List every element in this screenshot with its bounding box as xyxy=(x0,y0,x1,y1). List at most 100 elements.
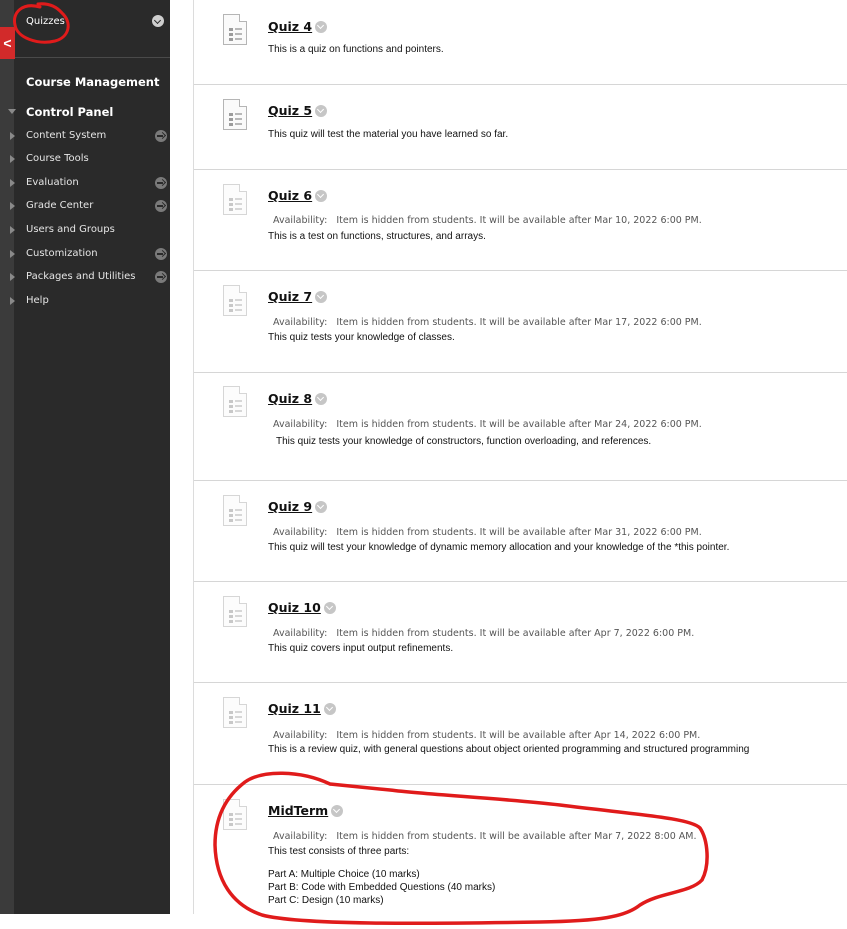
chevron-down-icon[interactable] xyxy=(331,805,344,817)
test-document-icon xyxy=(223,799,247,830)
expand-triangle-icon[interactable] xyxy=(10,226,15,234)
item-title-row: Quiz 4 xyxy=(268,18,328,34)
chevron-down-icon[interactable] xyxy=(315,291,328,303)
expand-triangle-icon[interactable] xyxy=(10,202,15,210)
expand-triangle-icon[interactable] xyxy=(10,179,15,187)
item-title-row: Quiz 6 xyxy=(268,187,328,203)
sidebar-item-customization[interactable]: Customization xyxy=(10,245,170,265)
list-item: Quiz 7 Availability: Item is hidden from… xyxy=(194,271,847,373)
list-item: Quiz 6 Availability: Item is hidden from… xyxy=(194,170,847,271)
item-title-link[interactable]: Quiz 6 xyxy=(268,188,312,203)
collapse-menu-button[interactable]: < xyxy=(0,27,15,59)
sidebar-item-label[interactable]: Users and Groups xyxy=(26,224,115,235)
item-title-row: Quiz 5 xyxy=(268,102,328,118)
chevron-down-icon[interactable] xyxy=(315,501,328,513)
chevron-down-icon[interactable] xyxy=(323,602,336,614)
sidebar-item-label[interactable]: Evaluation xyxy=(26,177,79,188)
sidebar-item-label[interactable]: Packages and Utilities xyxy=(26,271,135,282)
availability-line: Availability: Item is hidden from studen… xyxy=(273,215,702,226)
item-description: This quiz will test your knowledge of dy… xyxy=(268,542,730,553)
item-title-link[interactable]: Quiz 4 xyxy=(268,19,312,34)
item-title-link[interactable]: Quiz 5 xyxy=(268,103,312,118)
availability-label: Availability: xyxy=(273,215,328,226)
expanded-triangle-icon[interactable] xyxy=(8,109,16,114)
sidebar-item-label[interactable]: Help xyxy=(26,295,49,306)
item-title-link[interactable]: Quiz 10 xyxy=(268,600,321,615)
availability-date: It will be available after Mar 31, 2022 … xyxy=(479,527,702,538)
sidebar-item-label[interactable]: Grade Center xyxy=(26,200,93,211)
item-description: This is a review quiz, with general ques… xyxy=(268,744,750,755)
expand-triangle-icon[interactable] xyxy=(10,273,15,281)
availability-date: It will be available after Apr 14, 2022 … xyxy=(479,730,701,741)
availability-date: It will be available after Mar 10, 2022 … xyxy=(479,215,702,226)
availability-line: Availability: Item is hidden from studen… xyxy=(273,317,702,328)
expand-triangle-icon[interactable] xyxy=(10,132,15,140)
course-management-heading: Course Management xyxy=(26,75,160,89)
chevron-down-icon[interactable] xyxy=(315,21,328,33)
sidebar-item-course-tools[interactable]: Course Tools xyxy=(10,150,170,170)
item-title-row: Quiz 7 xyxy=(268,288,328,304)
go-arrow-icon[interactable] xyxy=(155,177,167,189)
go-arrow-icon[interactable] xyxy=(155,271,167,283)
expand-triangle-icon[interactable] xyxy=(10,250,15,258)
chevron-down-icon[interactable] xyxy=(315,190,328,202)
test-document-icon xyxy=(223,386,247,417)
test-document-icon xyxy=(223,596,247,627)
item-title-link[interactable]: Quiz 8 xyxy=(268,391,312,406)
control-panel-heading[interactable]: Control Panel xyxy=(26,105,113,119)
sidebar-item-label[interactable]: Course Tools xyxy=(26,153,89,164)
sidebar-item-label[interactable]: Content System xyxy=(26,130,106,141)
hidden-notice: Item is hidden from students. xyxy=(336,527,477,538)
availability-date: It will be available after Mar 7, 2022 8… xyxy=(479,831,697,842)
test-document-icon xyxy=(223,184,247,215)
test-document-icon xyxy=(223,99,247,130)
course-sidebar: Quizzes Course Management Control Panel … xyxy=(8,0,170,914)
go-arrow-icon[interactable] xyxy=(155,200,167,212)
expand-triangle-icon[interactable] xyxy=(10,155,15,163)
sidebar-divider xyxy=(14,57,170,58)
availability-line: Availability: Item is hidden from studen… xyxy=(273,730,700,741)
list-item: Quiz 5 This quiz will test the material … xyxy=(194,85,847,170)
availability-label: Availability: xyxy=(273,628,328,639)
availability-label: Availability: xyxy=(273,730,328,741)
availability-label: Availability: xyxy=(273,419,328,430)
sidebar-item-users-and-groups[interactable]: Users and Groups xyxy=(10,221,170,241)
availability-label: Availability: xyxy=(273,317,328,328)
hidden-notice: Item is hidden from students. xyxy=(336,628,477,639)
sidebar-item-help[interactable]: Help xyxy=(10,292,170,312)
availability-date: It will be available after Apr 7, 2022 6… xyxy=(479,628,695,639)
availability-label: Availability: xyxy=(273,527,328,538)
sidebar-item-content-system[interactable]: Content System xyxy=(10,127,170,147)
sidebar-item-grade-center[interactable]: Grade Center xyxy=(10,197,170,217)
item-title-link[interactable]: MidTerm xyxy=(268,803,328,818)
availability-line: Availability: Item is hidden from studen… xyxy=(273,419,702,430)
item-title-link[interactable]: Quiz 11 xyxy=(268,701,321,716)
chevron-down-icon[interactable] xyxy=(315,105,328,117)
test-document-icon xyxy=(223,285,247,316)
list-item: Quiz 11 Availability: Item is hidden fro… xyxy=(194,683,847,785)
chevron-down-icon[interactable] xyxy=(152,15,164,27)
item-description: This quiz tests your knowledge of classe… xyxy=(268,332,455,343)
test-document-icon xyxy=(223,14,247,45)
go-arrow-icon[interactable] xyxy=(155,248,167,260)
availability-date: It will be available after Mar 24, 2022 … xyxy=(479,419,702,430)
availability-line: Availability: Item is hidden from studen… xyxy=(273,831,696,842)
sidebar-item-quizzes[interactable]: Quizzes xyxy=(26,16,65,27)
go-arrow-icon[interactable] xyxy=(155,130,167,142)
expand-triangle-icon[interactable] xyxy=(10,297,15,305)
sidebar-item-packages-and-utilities[interactable]: Packages and Utilities xyxy=(10,268,170,288)
item-title-row: Quiz 11 xyxy=(268,700,336,716)
chevron-down-icon[interactable] xyxy=(323,703,336,715)
test-document-icon xyxy=(223,495,247,526)
item-title-link[interactable]: Quiz 7 xyxy=(268,289,312,304)
item-description: This is a test on functions, structures,… xyxy=(268,231,486,242)
chevron-down-icon[interactable] xyxy=(315,393,328,405)
page-bottom-margin xyxy=(0,914,847,929)
item-title-row: Quiz 9 xyxy=(268,498,328,514)
hidden-notice: Item is hidden from students. xyxy=(336,317,477,328)
sidebar-item-evaluation[interactable]: Evaluation xyxy=(10,174,170,194)
item-title-link[interactable]: Quiz 9 xyxy=(268,499,312,514)
item-description: This quiz covers input output refinement… xyxy=(268,643,454,654)
sidebar-item-label[interactable]: Customization xyxy=(26,248,98,259)
item-description: This quiz will test the material you hav… xyxy=(268,129,509,140)
